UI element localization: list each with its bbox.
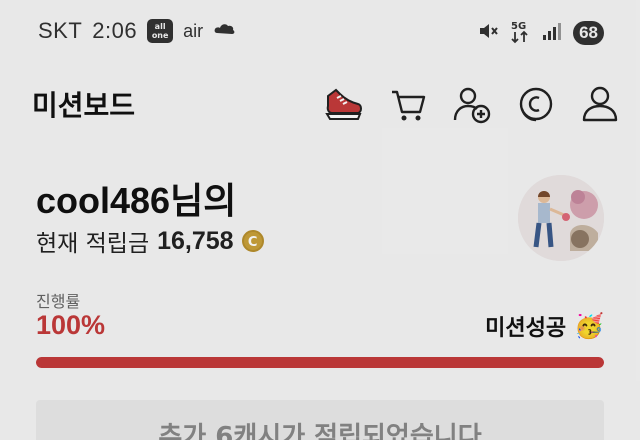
mission-status-text: 미션성공: [485, 316, 567, 341]
5g-icon: 5G: [509, 18, 531, 48]
app-header: 미션보드: [0, 76, 640, 132]
progress-value: 100%: [36, 310, 106, 340]
balance-value: 16,758: [157, 226, 234, 255]
running-shoe-icon[interactable]: [322, 82, 366, 126]
mission-status: 미션성공 🥳: [485, 310, 604, 342]
party-face-icon: 🥳: [574, 312, 604, 340]
reward-notice-text: 추가 6캐시가 적립되었습니다: [158, 422, 482, 440]
5g-label: 5G: [511, 21, 526, 32]
progress-bar-fill: [36, 357, 604, 368]
reward-notice: 추가 6캐시가 적립되었습니다: [36, 400, 604, 440]
status-left: SKT 2:06 all one air: [38, 18, 237, 44]
avatar[interactable]: [518, 175, 604, 261]
page-title: 미션보드: [32, 89, 136, 122]
network-label: air: [183, 20, 204, 41]
coin-c-icon[interactable]: [514, 82, 558, 126]
add-friend-icon[interactable]: [450, 82, 494, 126]
status-time: 2:06: [92, 18, 138, 43]
signal-icon: [541, 20, 563, 46]
allone-icon: all one: [147, 19, 174, 43]
header-actions: [322, 82, 622, 126]
carrier-label: SKT: [38, 18, 83, 43]
allone-line2: one: [151, 31, 169, 40]
profile-icon[interactable]: [578, 82, 622, 126]
allone-line1: all: [154, 22, 166, 31]
progress-bar: [36, 357, 604, 368]
mute-icon: [477, 20, 499, 46]
balance-label: 현재 적립금: [36, 231, 150, 257]
status-bar: SKT 2:06 all one air 5G 68: [0, 0, 640, 64]
balance-row: 현재 적립금 16,758 C: [36, 224, 264, 258]
coin-icon: C: [241, 230, 264, 252]
user-name: cool486님의: [36, 180, 237, 221]
cart-icon[interactable]: [386, 82, 430, 126]
battery-indicator: 68: [573, 21, 604, 45]
status-right: 5G 68: [477, 18, 604, 48]
progress-label: 진행률: [36, 292, 81, 311]
cloud-icon: [213, 19, 237, 43]
